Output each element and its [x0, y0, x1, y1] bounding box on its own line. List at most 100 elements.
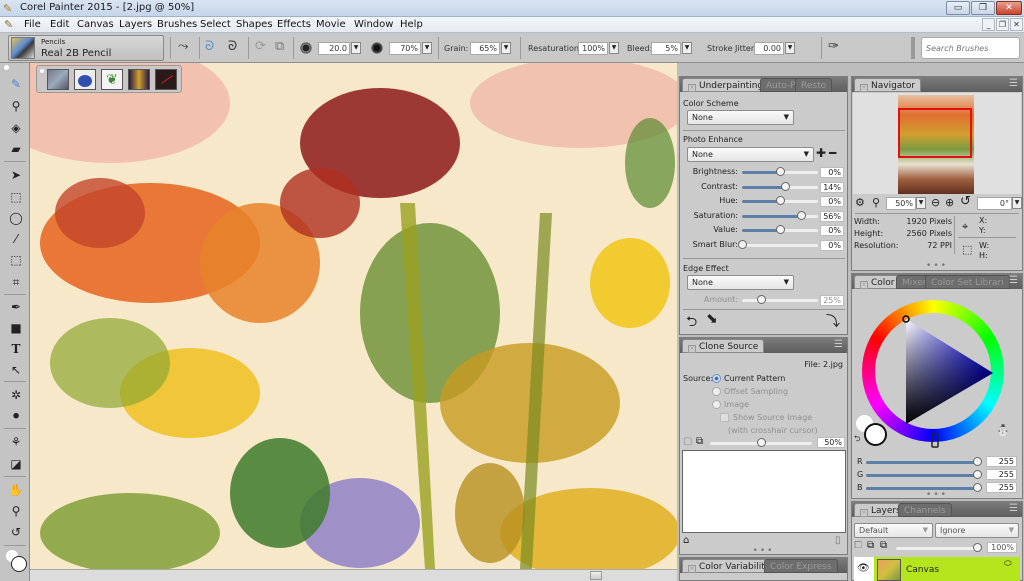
menu-shapes[interactable]: Shapes: [236, 18, 273, 32]
stroke-jitter-dropdown[interactable]: ▼: [785, 42, 795, 54]
straight-line-stroke-icon[interactable]: ᘐ: [228, 39, 237, 55]
document-close-button[interactable]: ✕: [1010, 18, 1023, 31]
photo-slider-track[interactable]: [742, 214, 818, 218]
gradient-selector[interactable]: [128, 69, 150, 90]
layer-row-canvas[interactable]: 👁 Canvas ⬭: [854, 557, 1020, 581]
main-color-swatch[interactable]: [864, 423, 887, 446]
scrollbar-thumb[interactable]: [590, 571, 602, 580]
navigator-settings-icon[interactable]: ⚙: [855, 196, 865, 209]
photo-slider-knob[interactable]: [797, 210, 807, 220]
navigator-zoom-dropdown[interactable]: ▼: [916, 197, 926, 209]
brush-tool-icon[interactable]: ✎: [6, 74, 26, 94]
rotation-field[interactable]: 0°: [977, 197, 1012, 210]
opacity-dropdown[interactable]: ▼: [422, 42, 432, 54]
rotation-dropdown[interactable]: ▼: [1012, 197, 1022, 209]
tab-clone-source[interactable]: × Clone Source: [682, 339, 765, 353]
reset-rotation-icon[interactable]: ↺: [960, 194, 971, 209]
g-slider[interactable]: [866, 474, 978, 477]
remove-preset-icon[interactable]: ━: [829, 146, 836, 160]
photo-slider-value[interactable]: 0%: [820, 239, 844, 251]
composite-method-select[interactable]: Default ▼: [854, 523, 933, 538]
quick-clone-icon[interactable]: ⮌: [686, 311, 697, 335]
bleed-dropdown[interactable]: ▼: [682, 42, 692, 54]
r-slider[interactable]: [866, 461, 978, 464]
close-panel-icon[interactable]: ×: [688, 565, 696, 573]
rubber-stamp-tool-icon[interactable]: ⚫: [6, 406, 26, 426]
grain-field[interactable]: 65%: [470, 42, 500, 55]
amount-slider[interactable]: [742, 299, 818, 302]
selection-adjuster-tool-icon[interactable]: ⬚: [6, 250, 26, 270]
navigator-zoom-field[interactable]: 50%: [886, 197, 916, 210]
photo-slider-value[interactable]: 14%: [820, 181, 844, 193]
clone-opacity-knob[interactable]: [757, 438, 766, 447]
amount-slider-knob[interactable]: [757, 295, 766, 304]
photo-slider-knob[interactable]: [781, 181, 791, 191]
mirror-painting-icon[interactable]: ⧉: [275, 39, 284, 55]
flow-map-selector[interactable]: [74, 69, 96, 90]
tab-color-variability[interactable]: × Color Variability: [682, 559, 777, 573]
resaturation-field[interactable]: 100%: [578, 42, 608, 55]
current-pattern-radio[interactable]: [712, 374, 721, 383]
main-color-swatch[interactable]: [11, 556, 27, 572]
zoom-out-icon[interactable]: ⊖: [931, 196, 940, 209]
menu-file[interactable]: File: [24, 18, 41, 32]
amount-value[interactable]: 25%: [820, 295, 844, 306]
rectangle-shape-tool-icon[interactable]: ■: [6, 318, 26, 338]
open-source-image-icon[interactable]: ⌂: [683, 535, 689, 546]
visibility-eye-icon[interactable]: 👁: [857, 563, 870, 574]
clone-opacity-value[interactable]: 50%: [817, 437, 845, 448]
painting-canvas[interactable]: ❦: [30, 63, 677, 569]
reset-tool-icon[interactable]: ⤳: [178, 39, 188, 55]
bleed-field[interactable]: 5%: [651, 42, 681, 55]
eraser-tool-icon[interactable]: ▰: [6, 139, 26, 159]
menu-effects[interactable]: Effects: [277, 18, 311, 32]
menu-help[interactable]: Help: [400, 18, 423, 32]
tab-channels[interactable]: Channels: [898, 503, 952, 517]
horizontal-scrollbar[interactable]: [30, 569, 677, 581]
photo-slider-knob[interactable]: [776, 225, 785, 234]
stylus-icon[interactable]: ⟳: [255, 39, 266, 55]
brush-tracking-icon[interactable]: ✑: [828, 39, 839, 55]
clone-color-stamp-icon[interactable]: ⛄: [996, 424, 1010, 437]
stroke-jitter-field[interactable]: 0.00: [754, 42, 784, 55]
close-panel-icon[interactable]: ×: [688, 84, 696, 92]
clone-color-icon[interactable]: ▢: [683, 436, 692, 447]
paper-texture-selector[interactable]: [47, 69, 69, 90]
transform-tool-icon[interactable]: ➤: [6, 165, 26, 185]
layer-opacity-knob[interactable]: [973, 543, 982, 552]
delete-source-icon[interactable]: ▯: [835, 535, 841, 546]
navigator-view-rectangle[interactable]: [898, 108, 972, 158]
tab-navigator[interactable]: × Navigator: [854, 78, 922, 92]
shape-selection-tool-icon[interactable]: ↖: [6, 360, 26, 380]
toolbox-grip[interactable]: [4, 65, 9, 70]
add-preset-icon[interactable]: ✚: [816, 146, 826, 160]
navigator-thumbnail[interactable]: [898, 95, 974, 194]
swap-colors-icon[interactable]: ⮌: [854, 433, 860, 447]
offset-sampling-radio[interactable]: [712, 387, 721, 396]
image-radio[interactable]: [712, 400, 721, 409]
lock-layer-icon[interactable]: ⧠: [854, 540, 862, 551]
edge-effect-select[interactable]: None ▼: [687, 275, 794, 290]
r-value[interactable]: 255: [986, 456, 1017, 467]
text-tool-icon[interactable]: T: [6, 339, 26, 359]
paint-bucket-tool-icon[interactable]: ◈: [6, 118, 26, 138]
brush-selector[interactable]: Pencils Real 2B Pencil: [8, 35, 164, 61]
rotate-page-tool-icon[interactable]: ↺: [6, 522, 26, 542]
close-panel-icon[interactable]: ×: [688, 345, 696, 353]
grabber-tool-icon[interactable]: ✋: [6, 480, 26, 500]
panel-menu-icon[interactable]: ☰: [1009, 503, 1018, 514]
close-panel-icon[interactable]: ×: [860, 84, 868, 92]
search-brushes-input[interactable]: [921, 37, 1020, 59]
magic-wand-tool-icon[interactable]: ⁄: [6, 229, 26, 249]
tracing-paper-icon[interactable]: ⧉: [696, 436, 703, 447]
minimize-button[interactable]: ▭: [946, 1, 970, 15]
freehand-stroke-icon[interactable]: ᘐ: [205, 39, 214, 55]
layer-opacity-value[interactable]: 100%: [987, 542, 1017, 553]
apply-icon[interactable]: ⤵: [826, 311, 840, 331]
preserve-transparency-select[interactable]: Ignore ▼: [935, 523, 1019, 538]
restore-button[interactable]: ❐: [971, 1, 995, 15]
g-slider-knob[interactable]: [973, 470, 982, 479]
tab-underpainting[interactable]: × Underpainting: [682, 78, 770, 92]
resaturation-dropdown[interactable]: ▼: [609, 42, 619, 54]
nozzle-selector[interactable]: [155, 69, 177, 90]
